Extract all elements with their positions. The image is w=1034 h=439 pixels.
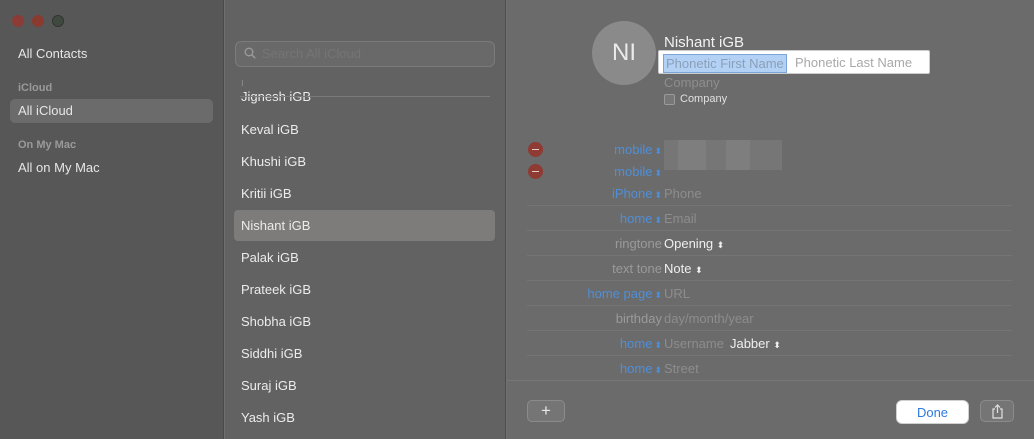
chevron-updown-icon: ⬍: [654, 190, 662, 200]
sidebar-item-all-icloud[interactable]: All iCloud: [10, 99, 213, 123]
field-row-address: home ⬍ Street: [527, 356, 1012, 381]
field-label-text-tone: text tone: [612, 261, 662, 276]
ringtone-select[interactable]: Opening ⬍: [664, 231, 724, 258]
phonetic-name-fields[interactable]: Phonetic First Name Phonetic Last Name: [658, 50, 930, 74]
street-field[interactable]: Street: [664, 356, 699, 381]
im-service-select[interactable]: Jabber ⬍: [730, 336, 781, 351]
list-item[interactable]: Prateek iGB: [234, 274, 495, 305]
field-row-instant-message: home ⬍ Username Jabber ⬍: [527, 331, 1012, 356]
sidebar-header-on-my-mac: On My Mac: [18, 139, 77, 151]
close-window-button[interactable]: [12, 15, 24, 27]
company-field[interactable]: Company: [664, 75, 720, 90]
username-field[interactable]: Username Jabber ⬍: [664, 331, 781, 358]
chevron-updown-icon: ⬍: [654, 168, 662, 178]
contact-detail: NI Nishant iGB Phonetic First Name Phone…: [507, 0, 1034, 439]
search-icon: [244, 47, 256, 59]
sidebar-item-all-on-my-mac[interactable]: All on My Mac: [10, 156, 213, 180]
section-letter: I: [241, 80, 244, 86]
sidebar-header-icloud: iCloud: [18, 82, 53, 94]
url-field[interactable]: URL: [664, 281, 690, 306]
sidebar-item-all-contacts[interactable]: All Contacts: [10, 42, 213, 66]
add-button[interactable]: +: [527, 400, 565, 422]
chevron-updown-icon: ⬍: [654, 146, 662, 156]
zoom-window-button[interactable]: [52, 15, 64, 27]
field-row-birthday: birthday day/month/year: [527, 306, 1012, 331]
chevron-updown-icon: ⬍: [654, 340, 662, 350]
field-label-home-email[interactable]: home ⬍: [620, 206, 662, 233]
email-field[interactable]: Email: [664, 206, 697, 231]
field-row-home-page: home page ⬍ URL: [527, 281, 1012, 306]
list-item[interactable]: Kritii iGB: [234, 178, 495, 209]
list-item[interactable]: Palak iGB: [234, 242, 495, 273]
company-checkbox-label: Company: [680, 93, 728, 105]
chevron-updown-icon: ⬍: [773, 340, 781, 350]
birthday-field[interactable]: day/month/year: [664, 306, 754, 331]
minimize-window-button[interactable]: [32, 15, 44, 27]
checkbox-icon[interactable]: [664, 93, 675, 105]
field-label-home-page[interactable]: home page ⬍: [587, 281, 662, 308]
chevron-updown-icon: ⬍: [695, 265, 703, 275]
share-icon: [992, 404, 1003, 419]
remove-field-icon[interactable]: [528, 142, 543, 157]
list-item[interactable]: Khushi iGB: [234, 146, 495, 177]
chevron-updown-icon: ⬍: [654, 290, 662, 300]
contact-name[interactable]: Nishant iGB: [664, 34, 744, 51]
search-field[interactable]: [235, 41, 495, 67]
field-row-email: home ⬍ Email: [527, 206, 1012, 231]
list-item[interactable]: Yash iGB: [234, 402, 495, 433]
list-item[interactable]: Keval iGB: [234, 114, 495, 145]
field-label-birthday: birthday: [615, 311, 662, 326]
contact-list: I Jignesh iGB Keval iGB Khushi iGB Kriti…: [225, 0, 506, 439]
remove-field-icon[interactable]: [528, 164, 543, 179]
list-divider: [240, 96, 490, 97]
field-row-ringtone: ringtone Opening ⬍: [527, 231, 1012, 256]
bottom-toolbar: + Done: [507, 380, 1034, 439]
list-item[interactable]: Suraj iGB: [234, 370, 495, 401]
phone-field[interactable]: Phone: [664, 181, 702, 206]
chevron-updown-icon: ⬍: [716, 240, 725, 250]
search-input[interactable]: [262, 42, 482, 66]
phonetic-first-name-field[interactable]: Phonetic First Name: [663, 54, 787, 73]
list-item[interactable]: Siddhi iGB: [234, 338, 495, 369]
chevron-updown-icon: ⬍: [654, 215, 662, 225]
window-controls: [12, 15, 64, 27]
field-label-ringtone: ringtone: [615, 236, 662, 251]
list-item[interactable]: Jignesh iGB: [234, 90, 495, 104]
text-tone-select[interactable]: Note ⬍: [664, 256, 703, 283]
field-label-home-im[interactable]: home ⬍: [620, 331, 662, 358]
field-label-home-address[interactable]: home ⬍: [620, 356, 662, 383]
phonetic-last-name-field[interactable]: Phonetic Last Name: [795, 55, 912, 70]
field-label-iphone[interactable]: iPhone ⬍: [612, 181, 662, 208]
list-item-selected[interactable]: Nishant iGB: [234, 210, 495, 241]
list-item[interactable]: Shobha iGB: [234, 306, 495, 337]
sidebar: All Contacts iCloud All iCloud On My Mac…: [0, 0, 224, 439]
chevron-updown-icon: ⬍: [654, 365, 662, 375]
share-button[interactable]: [980, 400, 1014, 422]
field-row-text-tone: text tone Note ⬍: [527, 256, 1012, 281]
field-row-iphone: iPhone ⬍ Phone: [527, 181, 1012, 206]
company-checkbox[interactable]: Company: [664, 93, 727, 105]
done-button[interactable]: Done: [896, 400, 969, 424]
avatar[interactable]: NI: [592, 21, 656, 85]
